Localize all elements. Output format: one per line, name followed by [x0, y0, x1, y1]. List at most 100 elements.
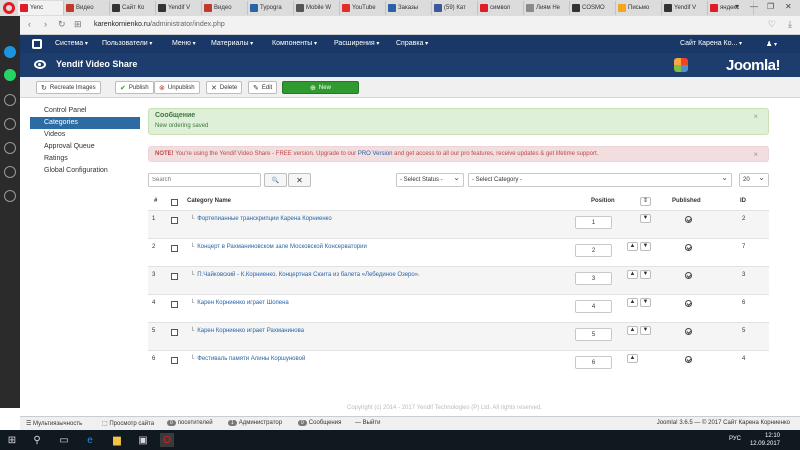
- minimize-icon[interactable]: —: [750, 2, 758, 11]
- category-name-link[interactable]: └ Фортепианные транскрипции Карена Корние…: [190, 216, 332, 222]
- browser-tab[interactable]: Mobile W: [294, 1, 340, 15]
- reload-icon[interactable]: ↻: [58, 19, 66, 30]
- row-checkbox[interactable]: [171, 217, 178, 224]
- edit-button[interactable]: ✎ Edit: [248, 81, 278, 94]
- published-icon[interactable]: [685, 216, 692, 223]
- category-name-link[interactable]: └ Концерт в Рахманиновском зале Московско…: [190, 244, 367, 250]
- bookmark-heart-icon[interactable]: ♡: [768, 19, 776, 30]
- opera-menu-icon[interactable]: [3, 2, 15, 14]
- browser-tab[interactable]: Yenc: [18, 1, 64, 15]
- category-name-link[interactable]: └ П.Чайковский - К.Корниенко. Концертная …: [190, 272, 420, 278]
- move-up-icon[interactable]: ▲: [627, 326, 638, 335]
- move-up-icon[interactable]: ▲: [627, 298, 638, 307]
- store-icon[interactable]: ▣: [136, 433, 150, 447]
- news-icon[interactable]: [4, 142, 16, 154]
- logout-link[interactable]: — Выйти: [355, 420, 380, 426]
- speed-dial-icon[interactable]: [4, 94, 16, 106]
- browser-tab[interactable]: Заказы: [386, 1, 432, 15]
- move-up-icon[interactable]: ▲: [627, 270, 638, 279]
- browser-tab[interactable]: Лиям Не: [524, 1, 570, 15]
- menu-content[interactable]: Материалы: [211, 40, 253, 47]
- browser-tab[interactable]: Сайт Ко: [110, 1, 156, 15]
- messenger-icon[interactable]: [4, 46, 16, 58]
- site-link[interactable]: Сайт Карена Ко...: [680, 40, 742, 47]
- browser-tab[interactable]: Typogra: [248, 1, 294, 15]
- move-up-icon[interactable]: ▲: [627, 242, 638, 251]
- browser-tab[interactable]: символ: [478, 1, 524, 15]
- move-down-icon[interactable]: ▼: [640, 298, 651, 307]
- published-icon[interactable]: [685, 244, 692, 251]
- move-down-icon[interactable]: ▼: [640, 214, 651, 223]
- row-checkbox[interactable]: [171, 273, 178, 280]
- browser-tab[interactable]: COSMO: [570, 1, 616, 15]
- close-window-icon[interactable]: ✕: [785, 2, 792, 11]
- limit-select[interactable]: 20: [739, 173, 769, 187]
- submenu-videos[interactable]: Videos: [30, 129, 140, 141]
- col-id[interactable]: ID: [740, 198, 746, 204]
- back-icon[interactable]: ‹: [28, 19, 31, 29]
- opera-taskbar-icon[interactable]: O: [160, 433, 174, 447]
- position-input[interactable]: 2: [575, 244, 612, 257]
- url-field[interactable]: karenkornienko.ru/administrator/index.ph…: [94, 21, 225, 28]
- heart-icon[interactable]: [4, 118, 16, 130]
- recreate-images-button[interactable]: ↻ Recreate Images: [36, 81, 101, 94]
- published-icon[interactable]: [685, 300, 692, 307]
- position-input[interactable]: 1: [575, 216, 612, 229]
- menu-users[interactable]: Пользователи: [102, 40, 152, 47]
- joomla-logo-icon[interactable]: [32, 39, 42, 49]
- browser-tab[interactable]: Yendif V: [156, 1, 202, 15]
- browser-tab[interactable]: Видео: [64, 1, 110, 15]
- save-order-button[interactable]: ⇕: [640, 197, 651, 206]
- browser-tab[interactable]: Видео: [202, 1, 248, 15]
- row-checkbox[interactable]: [171, 301, 178, 308]
- search-input[interactable]: [148, 173, 261, 187]
- user-menu-icon[interactable]: ♟: [766, 40, 777, 48]
- move-down-icon[interactable]: ▼: [640, 326, 651, 335]
- position-input[interactable]: 4: [575, 300, 612, 313]
- pro-version-link[interactable]: PRO Version: [358, 151, 393, 157]
- category-name-link[interactable]: └ Фестиваль памяти Алины Коршуновой: [190, 356, 305, 362]
- row-checkbox[interactable]: [171, 245, 178, 252]
- submenu-approval-queue[interactable]: Approval Queue: [30, 141, 140, 153]
- delete-button[interactable]: ✕ Delete: [206, 81, 243, 94]
- published-icon[interactable]: [685, 328, 692, 335]
- col-position[interactable]: Position: [591, 198, 615, 204]
- menu-menus[interactable]: Меню: [172, 40, 196, 47]
- file-explorer-icon[interactable]: ▆: [110, 433, 124, 447]
- gear-icon[interactable]: [4, 190, 16, 202]
- speed-dial-icon[interactable]: ⊞: [74, 19, 82, 30]
- move-down-icon[interactable]: ▼: [640, 270, 651, 279]
- clear-button[interactable]: ✕: [288, 173, 311, 187]
- browser-tab[interactable]: YouTube: [340, 1, 386, 15]
- submenu-global-configuration[interactable]: Global Configuration: [30, 165, 140, 177]
- browser-tab[interactable]: (59) Кат: [432, 1, 478, 15]
- category-select[interactable]: - Select Category -: [468, 173, 732, 187]
- search-icon[interactable]: ⚲: [30, 433, 44, 447]
- col-name[interactable]: Category Name: [187, 198, 231, 204]
- task-view-icon[interactable]: ▭: [57, 433, 71, 447]
- publish-button[interactable]: ✔ Publish: [115, 81, 154, 94]
- browser-tab[interactable]: Письмо: [616, 1, 662, 15]
- close-icon[interactable]: ×: [753, 150, 758, 159]
- download-icon[interactable]: ⤓: [788, 19, 792, 30]
- submenu-ratings[interactable]: Ratings: [30, 153, 140, 165]
- menu-extensions[interactable]: Расширения: [334, 40, 379, 47]
- menu-help[interactable]: Справка: [396, 40, 428, 47]
- status-select[interactable]: - Select Status -: [396, 173, 464, 187]
- windows-start-icon[interactable]: ⊞: [5, 433, 19, 447]
- multilang-status[interactable]: ☰ Мультиязычность: [26, 420, 82, 427]
- menu-components[interactable]: Компоненты: [272, 40, 317, 47]
- category-name-link[interactable]: └ Карен Корниенко играет Шопена: [190, 300, 289, 306]
- browser-tab[interactable]: яндекс: [708, 1, 754, 15]
- col-published[interactable]: Published: [672, 198, 701, 204]
- history-icon[interactable]: [4, 166, 16, 178]
- position-input[interactable]: 6: [575, 356, 612, 369]
- input-language[interactable]: РУС: [729, 436, 741, 442]
- menu-system[interactable]: Система: [55, 40, 88, 47]
- move-up-icon[interactable]: ▲: [627, 354, 638, 363]
- position-input[interactable]: 5: [575, 328, 612, 341]
- browser-tab[interactable]: Yendif V: [662, 1, 708, 15]
- tab-menu-icon[interactable]: ▾: [735, 2, 739, 11]
- published-icon[interactable]: [685, 356, 692, 363]
- unpublish-button[interactable]: ⊗ Unpublish: [154, 81, 200, 94]
